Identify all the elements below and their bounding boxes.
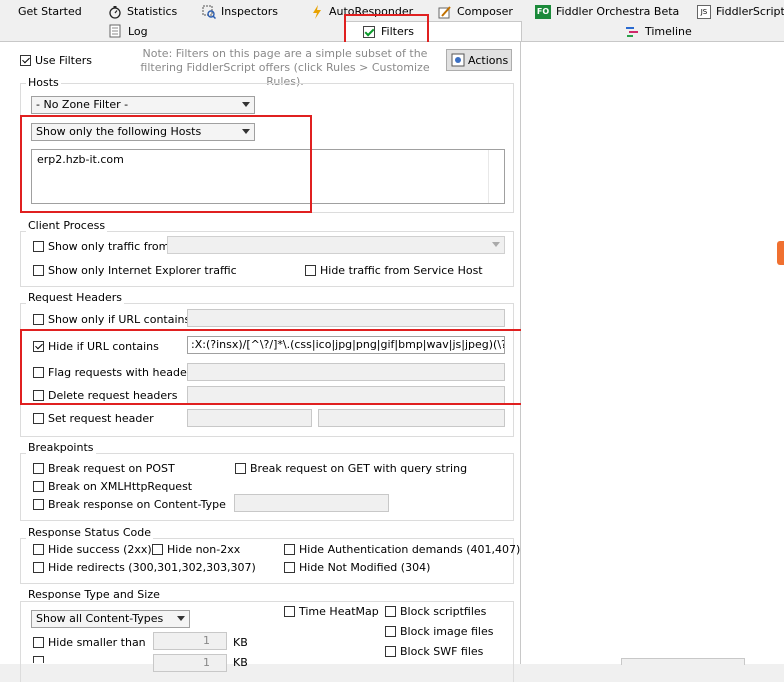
tab-autoresponder[interactable]: AutoResponder (310, 2, 413, 21)
client-process-title: Client Process (26, 219, 108, 232)
host-mode-select[interactable]: Show only the following Hosts (31, 123, 255, 141)
hide-auth-checkbox[interactable]: Hide Authentication demands (401,407) (284, 543, 520, 556)
log-icon (109, 24, 121, 38)
second-tab-strip: Log Filters Timeline (0, 21, 784, 42)
lightning-icon (313, 4, 321, 19)
host-list-scrollbar[interactable] (488, 150, 504, 203)
block-script-checkbox[interactable]: Block scriptfiles (385, 605, 486, 618)
content-types-select[interactable]: Show all Content-Types (31, 610, 190, 628)
hide-success-checkbox[interactable]: Hide success (2xx) (33, 543, 152, 556)
show-if-url-input[interactable] (187, 309, 505, 327)
show-if-url-checkbox[interactable]: Show only if URL contains (33, 313, 190, 326)
break-post-checkbox[interactable]: Break request on POST (33, 462, 175, 475)
tab-statistics[interactable]: Statistics (108, 2, 177, 21)
block-swf-checkbox[interactable]: Block SWF files (385, 645, 483, 658)
tab-composer[interactable]: Composer (438, 2, 513, 21)
actions-button[interactable]: Actions (446, 49, 512, 71)
time-heatmap-checkbox[interactable]: Time HeatMap (284, 605, 379, 618)
flag-headers-checkbox[interactable]: Flag requests with headers (33, 366, 197, 379)
break-get-checkbox[interactable]: Break request on GET with query string (235, 462, 467, 475)
hide-smaller-checkbox[interactable]: Hide smaller than (33, 636, 146, 649)
js-icon: JS (697, 4, 711, 19)
tab-log[interactable]: Log (108, 21, 148, 41)
hide-service-host-checkbox[interactable]: Hide traffic from Service Host (305, 264, 483, 277)
set-header-value-input[interactable] (318, 409, 505, 427)
tab-timeline[interactable]: Timeline (625, 21, 692, 41)
pencil-icon (438, 5, 451, 18)
break-xhr-checkbox[interactable]: Break on XMLHttpRequest (33, 480, 192, 493)
content-type-input[interactable] (234, 494, 389, 512)
breakpoints-title: Breakpoints (26, 441, 96, 454)
actions-icon (451, 53, 465, 67)
block-image-checkbox[interactable]: Block image files (385, 625, 494, 638)
stopwatch-icon (109, 5, 121, 19)
hide-non2xx-checkbox[interactable]: Hide non-2xx (152, 543, 240, 556)
chevron-down-icon (177, 616, 185, 621)
fo-icon: FO (535, 4, 551, 19)
show-traffic-from-checkbox[interactable]: Show only traffic from (33, 240, 169, 253)
break-content-type-checkbox[interactable]: Break response on Content-Type (33, 498, 226, 511)
hide-if-url-input[interactable]: :X:(?insx)/[^\?/]*\.(css|ico|jpg|png|gif… (187, 336, 505, 354)
side-tab-handle[interactable] (777, 241, 784, 265)
checkbox-icon (363, 25, 375, 38)
chevron-down-icon (242, 102, 250, 107)
tab-fiddlerscript[interactable]: JS FiddlerScript (697, 2, 784, 21)
use-filters-checkbox[interactable]: Use Filters (20, 54, 92, 67)
delete-headers-checkbox[interactable]: Delete request headers (33, 389, 177, 402)
delete-headers-input[interactable] (187, 386, 505, 404)
right-pane (521, 42, 784, 665)
hide-larger-spinner[interactable]: 1 (153, 654, 227, 672)
flag-headers-input[interactable] (187, 363, 505, 381)
tab-inspectors[interactable]: Inspectors (202, 2, 278, 21)
hide-if-url-checkbox[interactable]: Hide if URL contains (33, 340, 159, 353)
size-unit-label: KB (233, 636, 248, 649)
process-select[interactable] (167, 236, 505, 254)
timeline-icon (626, 27, 638, 37)
top-tab-strip: Get Started Statistics Inspectors AutoRe… (0, 0, 784, 22)
host-list-textarea[interactable]: erp2.hzb-it.com (31, 149, 505, 204)
filters-panel: Use Filters Note: Filters on this page a… (0, 42, 545, 682)
set-header-name-input[interactable] (187, 409, 312, 427)
hide-not-modified-checkbox[interactable]: Hide Not Modified (304) (284, 561, 430, 574)
hosts-title: Hosts (26, 76, 61, 89)
zone-filter-select[interactable]: - No Zone Filter - (31, 96, 255, 114)
tab-get-started[interactable]: Get Started (18, 2, 82, 21)
request-headers-title: Request Headers (26, 291, 124, 304)
hide-smaller-spinner[interactable]: 1 (153, 632, 227, 650)
response-type-title: Response Type and Size (26, 588, 162, 601)
inspect-icon (202, 5, 216, 19)
chevron-down-icon (492, 242, 500, 247)
chevron-down-icon (242, 129, 250, 134)
hide-redirects-checkbox[interactable]: Hide redirects (300,301,302,303,307) (33, 561, 256, 574)
show-ie-checkbox[interactable]: Show only Internet Explorer traffic (33, 264, 237, 277)
response-status-title: Response Status Code (26, 526, 154, 539)
tab-filters[interactable]: Filters (344, 21, 522, 41)
set-header-checkbox[interactable]: Set request header (33, 412, 154, 425)
size-unit-label-2: KB (233, 656, 248, 669)
tab-fiddler-orchestra[interactable]: FO Fiddler Orchestra Beta (535, 2, 679, 21)
